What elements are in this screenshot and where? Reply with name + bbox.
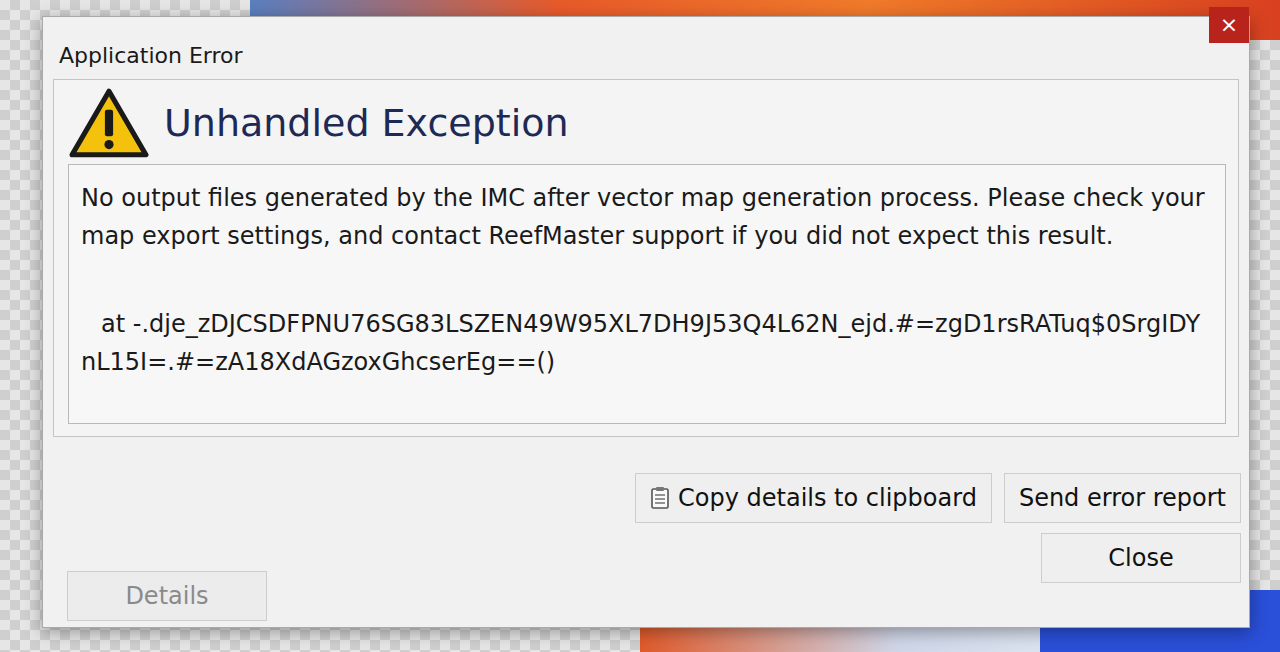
message-box: No output files generated by the IMC aft… [68, 164, 1226, 424]
button-group: Copy details to clipboard Send error rep… [635, 473, 1241, 583]
error-message: No output files generated by the IMC aft… [81, 179, 1213, 255]
details-button[interactable]: Details [67, 571, 267, 621]
footer: Details Copy details to clipboard Send e… [43, 437, 1249, 627]
error-dialog: Application Error × Unhandled Exception … [42, 16, 1250, 628]
title-bar: Application Error × [43, 17, 1249, 79]
button-label: Send error report [1019, 484, 1226, 512]
content-panel: Unhandled Exception No output files gene… [53, 79, 1239, 437]
action-button[interactable]: Send error report [1004, 473, 1241, 523]
stack-trace: at -.dje_zDJCSDFPNU76SG83LSZEN49W95XL7DH… [81, 305, 1213, 381]
close-window-button[interactable]: × [1209, 7, 1249, 43]
desktop: Application Error × Unhandled Exception … [0, 0, 1280, 652]
action-button[interactable]: Copy details to clipboard [635, 473, 992, 523]
button-label: Copy details to clipboard [678, 484, 977, 512]
warning-icon [68, 87, 150, 159]
close-button[interactable]: Close [1041, 533, 1241, 583]
window-title: Application Error [59, 43, 243, 68]
header-title: Unhandled Exception [164, 101, 569, 145]
clipboard-icon [650, 486, 670, 510]
header: Unhandled Exception [68, 86, 1226, 160]
button-row: Copy details to clipboard Send error rep… [635, 473, 1241, 523]
